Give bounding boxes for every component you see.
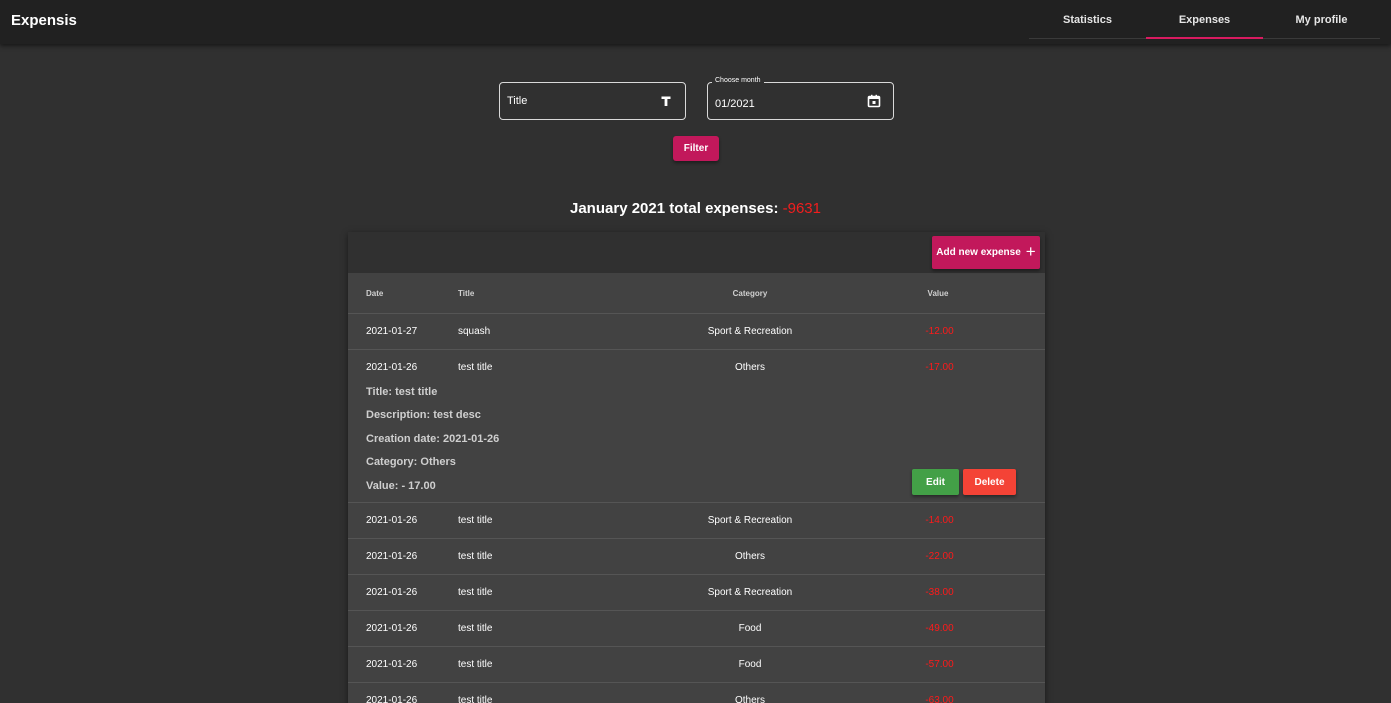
row-date: 2021-01-26 bbox=[366, 659, 418, 670]
column-header-date[interactable]: Date bbox=[366, 289, 383, 298]
nav-tabs: Statistics Expenses My profile bbox=[1029, 0, 1380, 39]
column-header-category[interactable]: Category bbox=[650, 289, 850, 298]
detail-value: Value: - 17.00 bbox=[366, 480, 436, 492]
table-row[interactable]: 2021-01-26 test title Others -22.00 bbox=[348, 539, 1045, 575]
row-value: -63.00 bbox=[925, 695, 954, 703]
month-picker-value: 01/2021 bbox=[715, 98, 755, 110]
filter-button[interactable]: Filter bbox=[673, 136, 719, 161]
edit-button[interactable]: Edit bbox=[912, 469, 959, 495]
row-value: -38.00 bbox=[925, 587, 954, 598]
tab-my-profile[interactable]: My profile bbox=[1263, 0, 1380, 39]
row-date: 2021-01-26 bbox=[366, 551, 418, 562]
monthly-total: January 2021 total expenses: -9631 bbox=[0, 200, 1391, 217]
row-title: test title bbox=[458, 659, 493, 670]
row-value: -57.00 bbox=[925, 659, 954, 670]
row-title: test title bbox=[458, 551, 493, 562]
row-date: 2021-01-26 bbox=[366, 695, 418, 703]
row-category: Sport & Recreation bbox=[707, 587, 793, 598]
row-value: -49.00 bbox=[925, 623, 954, 634]
row-title: test title bbox=[458, 515, 493, 526]
table-row[interactable]: 2021-01-27 squash Sport & Recreation -12… bbox=[348, 314, 1045, 350]
table-row[interactable]: 2021-01-26 test title Others -63.00 bbox=[348, 683, 1045, 703]
plus-icon: + bbox=[1025, 242, 1036, 261]
detail-description: Description: test desc bbox=[366, 409, 481, 421]
detail-title: Title: test title bbox=[366, 386, 438, 398]
expense-detail-panel: Title: test title Description: test desc… bbox=[348, 350, 1045, 503]
expenses-table-card: Add new expense + Date Title Category Va… bbox=[348, 232, 1045, 703]
table-toolbar: Add new expense + bbox=[348, 232, 1045, 273]
row-title: squash bbox=[458, 326, 491, 337]
text-format-icon bbox=[661, 96, 671, 106]
row-date: 2021-01-27 bbox=[366, 326, 418, 337]
row-title: test title bbox=[458, 695, 493, 703]
month-picker-field[interactable]: Choose month 01/2021 bbox=[707, 77, 894, 120]
month-picker-label: Choose month bbox=[712, 77, 764, 84]
add-expense-button[interactable]: Add new expense + bbox=[932, 236, 1040, 269]
row-date: 2021-01-26 bbox=[366, 515, 418, 526]
top-app-bar: Expensis Statistics Expenses My profile bbox=[0, 0, 1391, 44]
row-title: test title bbox=[458, 587, 493, 598]
detail-creation-date: Creation date: 2021-01-26 bbox=[366, 433, 500, 445]
row-category: Sport & Recreation bbox=[707, 515, 793, 526]
column-header-value[interactable]: Value bbox=[888, 289, 988, 298]
column-header-title[interactable]: Title bbox=[458, 289, 474, 298]
monthly-total-label: January 2021 total expenses: bbox=[570, 200, 779, 217]
app-title: Expensis bbox=[11, 12, 77, 29]
add-expense-label: Add new expense bbox=[936, 247, 1021, 258]
row-value: -12.00 bbox=[925, 326, 954, 337]
table-row[interactable]: 2021-01-26 test title Sport & Recreation… bbox=[348, 575, 1045, 611]
row-value: -22.00 bbox=[925, 551, 954, 562]
tab-statistics[interactable]: Statistics bbox=[1029, 0, 1146, 39]
calendar-icon[interactable] bbox=[867, 94, 881, 108]
row-category: Others bbox=[734, 551, 765, 562]
title-filter-input[interactable]: Title bbox=[499, 82, 686, 120]
row-date: 2021-01-26 bbox=[366, 623, 418, 634]
row-title: test title bbox=[458, 623, 493, 634]
table-row[interactable]: 2021-01-26 test title Food -49.00 bbox=[348, 611, 1045, 647]
row-date: 2021-01-26 bbox=[366, 587, 418, 598]
row-category: Food bbox=[738, 659, 762, 670]
tab-expenses[interactable]: Expenses bbox=[1146, 0, 1263, 39]
title-filter-placeholder: Title bbox=[507, 95, 528, 107]
delete-button[interactable]: Delete bbox=[963, 469, 1016, 495]
detail-category: Category: Others bbox=[366, 456, 456, 468]
table-row[interactable]: 2021-01-26 test title Food -57.00 bbox=[348, 647, 1045, 683]
row-category: Others bbox=[734, 695, 765, 703]
row-value: -14.00 bbox=[925, 515, 954, 526]
row-category: Sport & Recreation bbox=[707, 326, 793, 337]
table-row[interactable]: 2021-01-26 test title Sport & Recreation… bbox=[348, 503, 1045, 539]
table-header: Date Title Category Value bbox=[348, 273, 1045, 314]
row-category: Food bbox=[738, 623, 762, 634]
monthly-total-amount: -9631 bbox=[782, 200, 821, 217]
